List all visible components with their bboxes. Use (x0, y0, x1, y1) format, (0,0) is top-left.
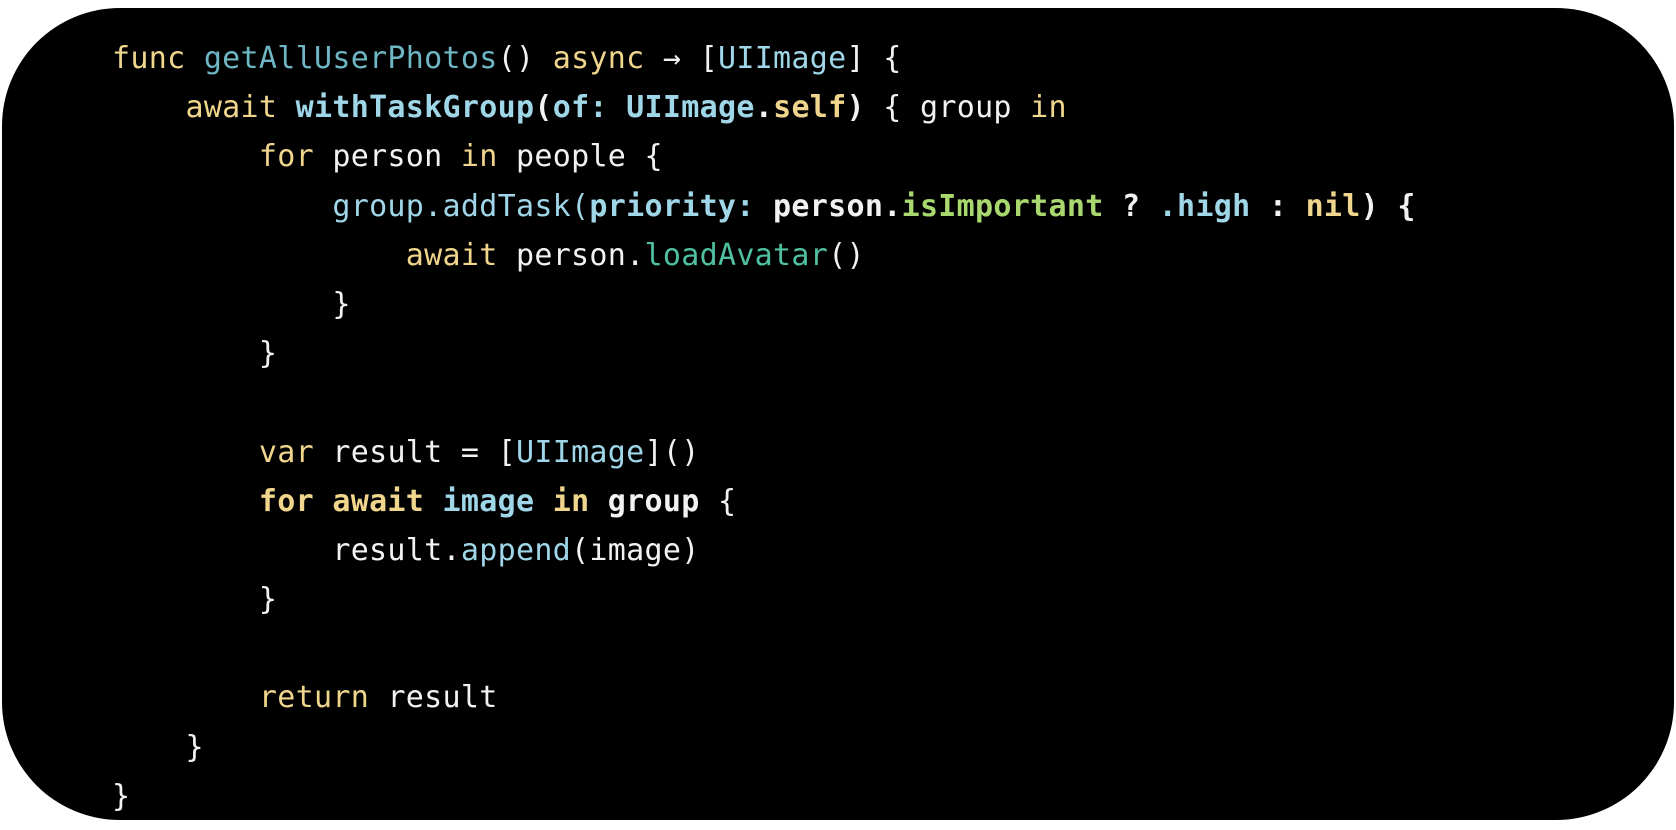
code-token: return (258, 680, 370, 716)
code-token: { (717, 483, 737, 519)
code-token: of: (552, 90, 608, 126)
code-token: await (405, 237, 498, 273)
code-token: image (442, 483, 553, 519)
code-line: } (112, 575, 1416, 624)
code-token: { group (864, 90, 1031, 126)
code-token: async (552, 41, 645, 76)
code-line: await withTaskGroup(of: UIImage.self) { … (112, 83, 1416, 132)
code-line: var result = [UIImage]() (112, 428, 1416, 477)
code-token: self (773, 90, 847, 126)
code-token: UIImage (515, 434, 645, 470)
code-token: group (607, 483, 718, 519)
code-token: for await (258, 483, 443, 519)
code-token: ( (534, 90, 553, 126)
code-token: result. (112, 532, 461, 568)
code-token: (image) (571, 532, 700, 568)
code-token: .high (1158, 188, 1251, 224)
code-line: } (112, 772, 1416, 821)
code-card: func getAllUserPhotos() async → [UIImage… (2, 8, 1674, 820)
code-token: priority: (589, 188, 755, 224)
code-token: } (112, 729, 204, 765)
code-token: () (497, 41, 553, 76)
code-line: group.addTask(priority: person.isImporta… (112, 182, 1416, 231)
code-token: () (828, 237, 865, 273)
code-token: person. (754, 188, 902, 224)
code-token: ]() (644, 434, 700, 470)
code-token: ) { (1360, 188, 1416, 224)
code-line: } (112, 329, 1416, 378)
code-token: person (314, 139, 461, 175)
code-token: people { (497, 139, 663, 175)
code-token: → [ (644, 41, 718, 76)
code-token: getAllUserPhotos (203, 41, 498, 76)
code-token: in (552, 483, 608, 519)
code-token: loadAvatar (644, 237, 829, 273)
code-token: withTaskGroup (295, 90, 535, 126)
code-token: result (369, 680, 498, 716)
code-token: append (460, 532, 572, 568)
code-token: } (112, 286, 351, 322)
code-token: } (112, 582, 278, 618)
code-line: result.append(image) (112, 526, 1416, 575)
code-token: ] { (846, 41, 902, 76)
code-token: ) (846, 90, 865, 126)
code-token: in (460, 139, 498, 175)
code-token: func (112, 41, 204, 76)
code-token: person. (497, 237, 645, 273)
code-token: result = [ (314, 434, 516, 470)
code-token: : (1250, 188, 1306, 224)
code-line: func getAllUserPhotos() async → [UIImage… (112, 34, 1416, 83)
code-block: func getAllUserPhotos() async → [UIImage… (112, 34, 1416, 821)
code-token: UIImage (717, 41, 847, 76)
code-token: } (112, 778, 131, 814)
code-token: nil (1305, 188, 1361, 224)
code-line: return result (112, 673, 1416, 722)
code-line: } (112, 280, 1416, 329)
code-line: for person in people { (112, 132, 1416, 181)
code-token: isImportant (901, 188, 1104, 224)
code-token: in (1030, 90, 1067, 126)
slide-frame: func getAllUserPhotos() async → [UIImage… (0, 0, 1676, 830)
code-token: } (112, 336, 278, 372)
code-token: for (258, 139, 314, 175)
code-token: await (185, 90, 296, 126)
code-token: group.addTask( (332, 188, 590, 224)
code-line: await person.loadAvatar() (112, 231, 1416, 280)
code-token: . (754, 90, 774, 126)
code-token: ? (1103, 188, 1159, 224)
code-line: for await image in group { (112, 477, 1416, 526)
code-token: var (258, 434, 314, 470)
code-line: } (112, 723, 1416, 772)
code-token: UIImage (626, 90, 755, 126)
